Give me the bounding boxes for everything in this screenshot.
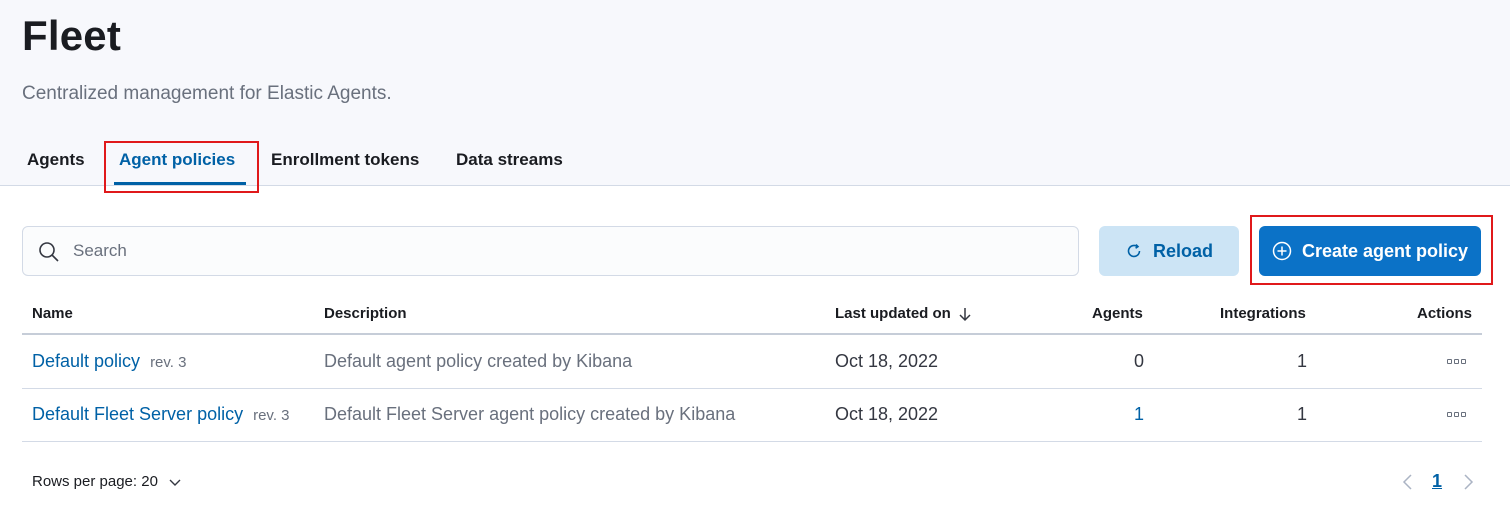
column-header-actions: Actions: [1417, 305, 1473, 322]
table-header-divider: [22, 333, 1482, 335]
table-row: Default Fleet Server policy rev. 3: [32, 404, 290, 425]
policy-last-updated: Oct 18, 2022: [835, 404, 939, 424]
search-field[interactable]: [22, 226, 1079, 276]
row-divider: [22, 441, 1482, 442]
chevron-right-icon[interactable]: [1460, 472, 1476, 492]
policy-agents-count-link[interactable]: 1: [1084, 404, 1144, 425]
column-header-last-updated[interactable]: Last updated on: [835, 305, 973, 322]
tab-enrollment-tokens[interactable]: Enrollment tokens: [271, 150, 419, 170]
column-header-last-updated-label: Last updated on: [835, 305, 951, 322]
reload-label: Reload: [1152, 240, 1213, 261]
create-agent-policy-button[interactable]: Create agent policy: [1259, 226, 1481, 276]
page-header: Fleet Centralized management for Elastic…: [0, 0, 1510, 186]
policy-description: Default Fleet Server agent policy create…: [324, 404, 736, 424]
policy-name-link[interactable]: Default policy: [32, 351, 140, 371]
arrow-down-icon: [959, 307, 971, 321]
column-header-agents[interactable]: Agents: [1092, 305, 1143, 322]
search-input[interactable]: [73, 227, 1063, 275]
create-agent-policy-label: Create agent policy: [1301, 240, 1469, 261]
rows-per-page-select[interactable]: Rows per page: 20: [32, 473, 182, 490]
policy-agents-count: 0: [1133, 351, 1144, 371]
tab-agent-policies[interactable]: Agent policies: [119, 150, 235, 170]
row-actions-icon[interactable]: [1447, 412, 1466, 417]
policy-revision: rev. 3: [253, 407, 290, 424]
column-header-description: Description: [324, 305, 407, 322]
chevron-down-icon: [169, 479, 181, 486]
row-actions-icon[interactable]: [1447, 359, 1466, 364]
active-tab-indicator: [114, 182, 246, 185]
refresh-icon: [1127, 243, 1141, 258]
search-icon: [39, 242, 59, 262]
page-number-button[interactable]: 1: [1432, 471, 1442, 492]
policy-integrations-count: 1: [1296, 351, 1307, 371]
table-row: Default policy rev. 3: [32, 351, 186, 372]
tab-agents[interactable]: Agents: [27, 150, 85, 170]
policy-description: Default agent policy created by Kibana: [324, 351, 633, 371]
tab-data-streams[interactable]: Data streams: [456, 150, 563, 170]
policy-revision: rev. 3: [150, 354, 187, 371]
plus-in-circle-icon: [1272, 241, 1292, 261]
page-title: Fleet: [22, 12, 122, 59]
column-header-name[interactable]: Name: [32, 305, 73, 322]
chevron-left-icon[interactable]: [1400, 472, 1416, 492]
reload-button[interactable]: Reload: [1099, 226, 1239, 276]
policy-integrations-count: 1: [1296, 404, 1307, 424]
page-subtitle: Centralized management for Elastic Agent…: [22, 83, 392, 104]
row-divider: [22, 388, 1482, 389]
rows-per-page-label: Rows per page: 20: [32, 473, 158, 490]
policy-last-updated: Oct 18, 2022: [835, 351, 939, 371]
policy-name-link[interactable]: Default Fleet Server policy: [32, 404, 243, 424]
column-header-integrations: Integrations: [1220, 305, 1306, 322]
